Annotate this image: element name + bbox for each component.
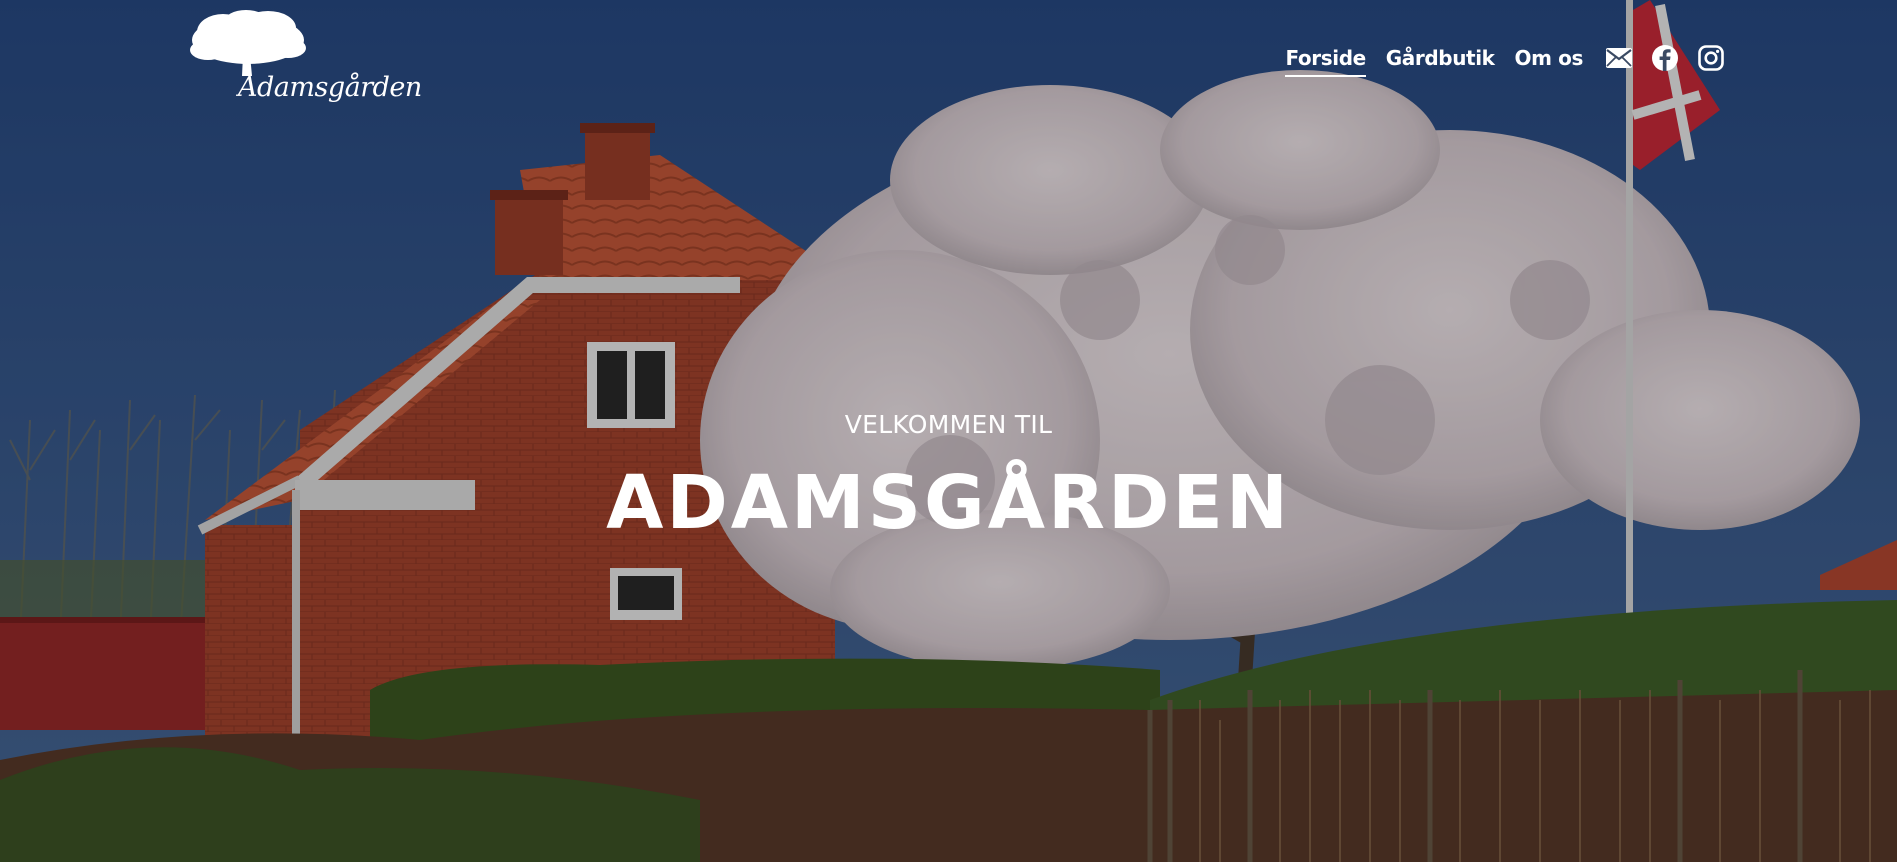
logo-wordmark: Adamsgården [238, 72, 422, 103]
mail-icon[interactable] [1605, 44, 1633, 72]
hero-section: Adamsgården Forside Gårdbutik Om os VELK… [0, 0, 1897, 862]
nav-item-gardbutik[interactable]: Gårdbutik [1386, 46, 1495, 77]
nav-item-om-os[interactable]: Om os [1515, 46, 1584, 77]
site-logo[interactable]: Adamsgården [188, 10, 422, 114]
hero-kicker: VELKOMMEN TIL [844, 410, 1053, 439]
hero-title: ADAMSGÅRDEN [606, 460, 1291, 546]
instagram-icon[interactable] [1697, 44, 1725, 72]
facebook-icon[interactable] [1651, 44, 1679, 72]
main-navigation: Forside Gårdbutik Om os [1285, 44, 1725, 78]
nav-item-forside[interactable]: Forside [1285, 46, 1366, 77]
social-icons [1605, 45, 1725, 72]
tree-logo-icon [190, 10, 306, 76]
